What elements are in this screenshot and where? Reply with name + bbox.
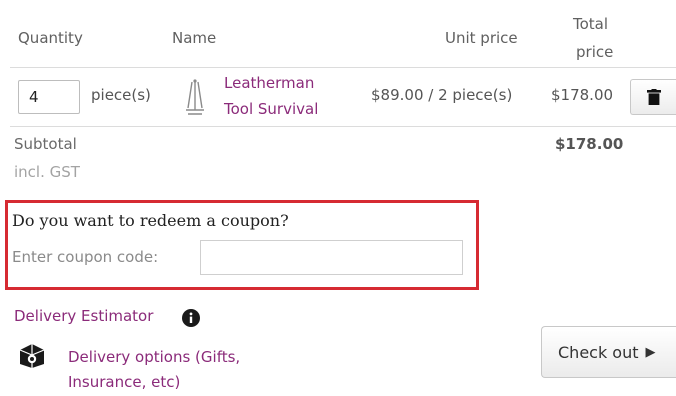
quantity-input[interactable] (18, 80, 80, 114)
unit-price-value: $89.00 / 2 piece(s) (371, 86, 513, 104)
tax-note: incl. GST (14, 163, 80, 181)
subtotal-label: Subtotal (14, 135, 77, 153)
line-total-value: $178.00 (551, 86, 614, 104)
gift-box-icon (19, 344, 45, 368)
checkout-button[interactable]: Check out ▶ (541, 326, 676, 378)
play-arrow-icon: ▶ (645, 344, 656, 360)
header-divider (10, 67, 676, 68)
coupon-code-input[interactable] (200, 240, 463, 275)
delivery-options-line1[interactable]: Delivery options (Gifts, (68, 348, 240, 366)
info-icon[interactable] (182, 309, 200, 327)
coupon-code-label: Enter coupon code: (12, 248, 159, 266)
checkout-label: Check out (558, 342, 639, 362)
delivery-options-line2[interactable]: Insurance, etc) (68, 373, 180, 391)
delivery-estimator-link[interactable]: Delivery Estimator (14, 307, 153, 325)
column-header-quantity: Quantity (18, 29, 83, 47)
delete-item-button[interactable] (630, 79, 676, 115)
column-header-name: Name (172, 29, 217, 47)
subtotal-value: $178.00 (555, 135, 624, 153)
column-header-total-line1: Total (573, 15, 609, 33)
column-header-total-line2: price (576, 43, 614, 61)
product-name-line1[interactable]: Leatherman (224, 74, 314, 92)
product-name-line2[interactable]: Tool Survival (224, 100, 318, 118)
product-thumbnail[interactable] (178, 78, 212, 118)
quantity-unit-label: piece(s) (91, 86, 151, 104)
column-header-unit-price: Unit price (445, 29, 518, 47)
row-divider (10, 126, 676, 127)
coupon-question: Do you want to redeem a coupon? (12, 211, 289, 230)
trash-icon (646, 89, 661, 105)
